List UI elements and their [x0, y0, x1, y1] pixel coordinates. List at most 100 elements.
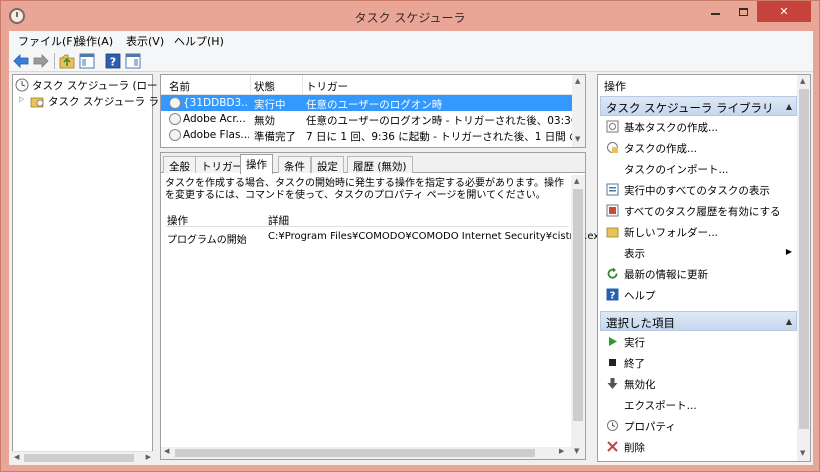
collapse-arrow-icon[interactable]: ▲ — [786, 317, 792, 326]
action-enable-history[interactable]: すべてのタスク履歴を有効にする — [606, 202, 796, 220]
task-name: {31DDBD3... — [183, 97, 249, 109]
console-tree: タスク スケジューラ (ローカル) ▷ タスク スケジューラ ライブラリ — [12, 74, 201, 462]
action-create-basic-task[interactable]: 基本タスクの作成... — [606, 118, 796, 136]
action-disable[interactable]: 無効化 — [606, 375, 796, 393]
console-tree-icon[interactable] — [79, 53, 95, 69]
menu-action[interactable]: 操作(A) — [75, 33, 113, 49]
action-delete[interactable]: 削除 — [606, 438, 796, 456]
table-row[interactable]: Adobe Flas... 準備完了 7 日に 1 回、9:36 に起動 - ト… — [161, 127, 572, 143]
scroll-up-icon[interactable]: ▲ — [575, 77, 580, 85]
menu-file[interactable]: ファイル(F) — [18, 33, 77, 49]
details-vertical-scrollbar[interactable]: ▲ ▼ — [571, 175, 585, 459]
table-row[interactable]: {31DDBD3... 実行中 任意のユーザーのログオン時 — [161, 95, 572, 111]
action-label: 実行中のすべてのタスクの表示 — [624, 185, 770, 197]
section-header-library[interactable]: タスク スケジューラ ライブラリ ▲ — [600, 96, 797, 116]
section-title: タスク スケジューラ ライブラリ — [606, 101, 774, 115]
scrollbar-thumb[interactable] — [573, 189, 583, 421]
column-header-trigger[interactable]: トリガー — [306, 79, 348, 94]
collapse-arrow-icon[interactable]: ▲ — [786, 102, 792, 111]
tab-conditions[interactable]: 条件 — [278, 156, 311, 173]
tab-general[interactable]: 全般 — [163, 156, 196, 173]
column-header-name[interactable]: 名前 — [169, 79, 190, 94]
action-export[interactable]: エクスポート... — [606, 396, 796, 414]
center-pane: 名前 状態 トリガー {31DDBD3... 実行中 任意のユーザーのログオン時… — [158, 74, 605, 462]
help-icon: ? — [606, 288, 619, 301]
maximize-button[interactable] — [729, 1, 757, 22]
menu-view[interactable]: 表示(V) — [126, 33, 164, 49]
window-title: タスク スケジューラ — [354, 11, 466, 25]
forward-arrow-icon[interactable] — [33, 53, 49, 69]
tab-actions[interactable]: 操作 — [240, 154, 273, 174]
task-name: Adobe Flas... — [183, 129, 249, 141]
section-header-selected-item[interactable]: 選択した項目 ▲ — [600, 311, 797, 331]
menu-help[interactable]: ヘルプ(H) — [174, 33, 224, 49]
action-show-running-tasks[interactable]: 実行中のすべてのタスクの表示 — [606, 181, 796, 199]
action-label: 実行 — [624, 337, 645, 349]
actions-pane-title: 操作 — [604, 80, 626, 93]
create-task-icon — [607, 142, 618, 153]
scroll-down-icon[interactable]: ▼ — [574, 447, 579, 455]
action-new-folder[interactable]: 新しいフォルダー... — [606, 223, 796, 241]
task-name: Adobe Acr... — [183, 113, 246, 125]
scroll-down-icon[interactable]: ▼ — [575, 135, 580, 143]
action-properties[interactable]: プロパティ — [606, 417, 796, 435]
column-header-status[interactable]: 状態 — [254, 79, 275, 94]
details-horizontal-scrollbar[interactable]: ◀ ▶ — [161, 447, 571, 459]
scroll-left-icon[interactable]: ◀ — [164, 447, 169, 455]
help-icon[interactable]: ? — [105, 53, 121, 69]
action-run[interactable]: 実行 — [606, 333, 796, 351]
expand-arrow-icon[interactable]: ▷ — [19, 95, 24, 103]
column-divider[interactable] — [302, 75, 303, 95]
column-header-action[interactable]: 操作 — [167, 213, 188, 228]
action-view[interactable]: 表示 ▶ — [606, 244, 796, 262]
action-help[interactable]: ? ヘルプ — [606, 286, 796, 304]
folder-up-icon[interactable] — [59, 53, 75, 69]
title-bar: タスク スケジューラ ✕ — [1, 1, 819, 31]
back-arrow-icon[interactable] — [13, 53, 29, 69]
close-button[interactable]: ✕ — [757, 1, 811, 22]
tab-history[interactable]: 履歴 (無効) — [347, 156, 413, 173]
action-label: タスクの作成... — [624, 143, 698, 155]
minimize-button[interactable] — [701, 1, 729, 22]
properties-icon — [607, 420, 618, 431]
scrollbar-thumb[interactable] — [175, 449, 535, 457]
scroll-up-icon[interactable]: ▲ — [800, 77, 805, 85]
tree-horizontal-scrollbar[interactable]: ◀ ▶ — [12, 451, 153, 463]
action-pane-icon[interactable] — [125, 53, 141, 69]
task-status: 無効 — [254, 115, 275, 127]
table-row[interactable]: Adobe Acr... 無効 任意のユーザーのログオン時 - トリガーされた後… — [161, 111, 572, 127]
action-label: タスクのインポート... — [624, 164, 729, 176]
action-label: エクスポート... — [624, 400, 697, 412]
tab-settings[interactable]: 設定 — [311, 156, 344, 173]
action-label: 無効化 — [624, 379, 656, 391]
action-end[interactable]: 終了 — [606, 354, 796, 372]
action-label: 新しいフォルダー... — [624, 227, 719, 239]
section-title: 選択した項目 — [606, 316, 675, 330]
column-header-detail[interactable]: 詳細 — [268, 213, 289, 228]
table-row[interactable]: プログラムの開始 C:¥Program Files¥COMODO¥COMODO … — [165, 231, 605, 246]
task-list: 名前 状態 トリガー {31DDBD3... 実行中 任意のユーザーのログオン時… — [160, 74, 586, 148]
task-status: 準備完了 — [254, 131, 296, 143]
scroll-up-icon[interactable]: ▲ — [574, 177, 579, 185]
scroll-left-icon[interactable]: ◀ — [14, 453, 19, 461]
action-refresh[interactable]: 最新の情報に更新 — [606, 265, 796, 283]
column-divider[interactable] — [250, 75, 251, 95]
delete-icon — [607, 441, 618, 452]
scroll-down-icon[interactable]: ▼ — [800, 449, 805, 457]
action-label: 削除 — [624, 442, 645, 454]
scroll-right-icon[interactable]: ▶ — [559, 447, 564, 455]
minimize-icon — [710, 13, 720, 15]
actions-table-header: 操作 詳細 — [165, 211, 569, 227]
action-label: プロパティ — [624, 421, 676, 433]
folder-clock-icon — [30, 97, 44, 108]
action-create-task[interactable]: タスクの作成... — [606, 139, 796, 157]
actions-pane-scrollbar[interactable]: ▲ ▼ — [797, 75, 810, 461]
action-import-task[interactable]: タスクのインポート... — [606, 160, 796, 178]
task-details: 全般 トリガー 操作 条件 設定 履歴 (無効) タスクを作成する場合、タスクの… — [160, 152, 605, 460]
scrollbar-thumb[interactable] — [799, 89, 809, 429]
toolbar-separator — [54, 53, 55, 69]
task-list-scrollbar[interactable]: ▲ ▼ — [572, 75, 585, 147]
scroll-right-icon[interactable]: ▶ — [146, 453, 151, 461]
svg-text:?: ? — [610, 291, 616, 302]
scrollbar-thumb[interactable] — [24, 454, 134, 462]
